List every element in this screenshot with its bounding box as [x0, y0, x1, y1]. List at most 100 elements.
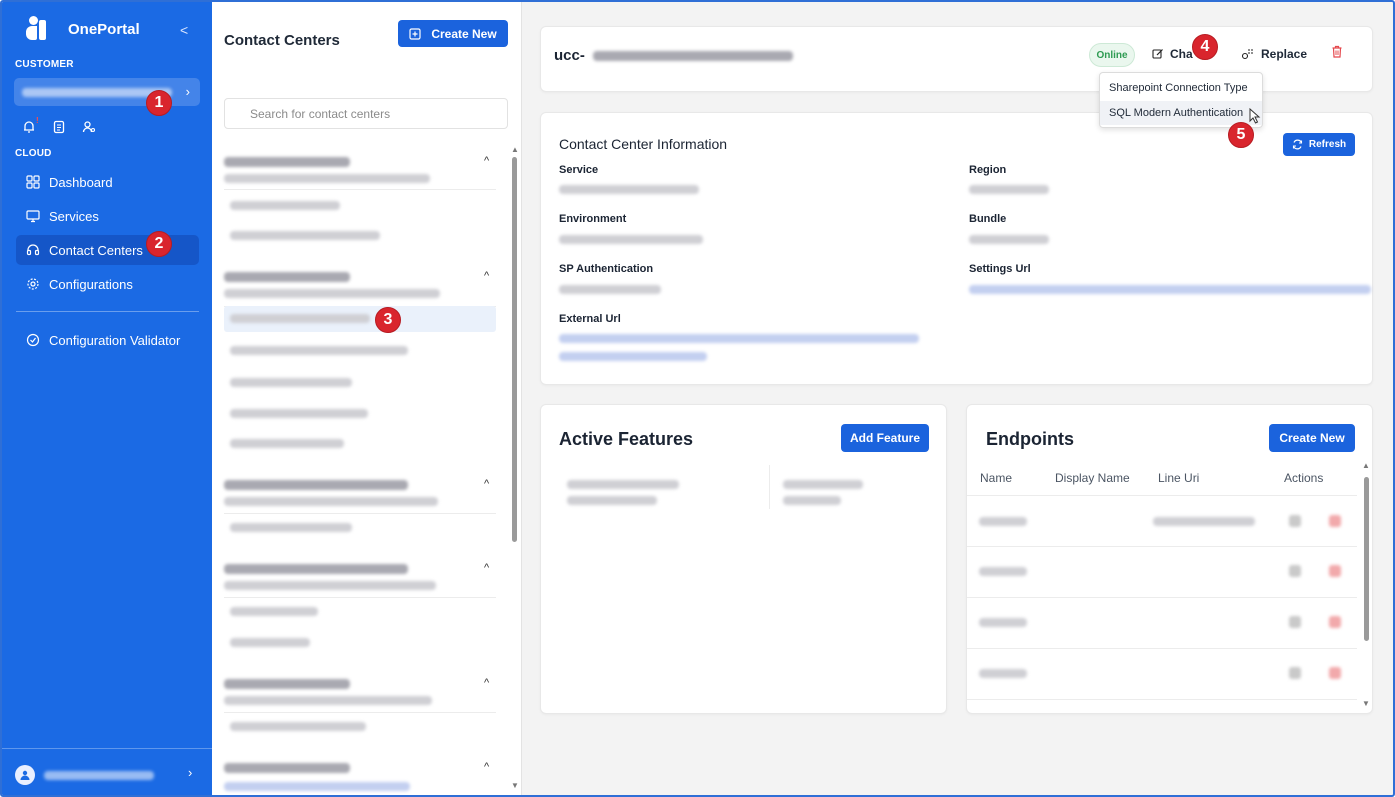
endpoints-card: Endpoints Create New Name Display Name L…: [966, 404, 1373, 714]
nav-label: Dashboard: [49, 174, 113, 190]
chevron-up-icon[interactable]: ^: [484, 677, 489, 689]
plus-square-icon: [409, 27, 421, 40]
bell-icon[interactable]: [22, 120, 36, 134]
group-title-redacted: [224, 564, 408, 574]
list-item[interactable]: [224, 222, 496, 248]
check-circle-icon: [26, 333, 40, 347]
list-group-header[interactable]: ^: [212, 147, 512, 191]
grid-icon: [26, 175, 40, 189]
chevron-right-icon: ›: [185, 84, 190, 99]
search-input[interactable]: Search for contact centers: [224, 98, 508, 129]
edit-icon[interactable]: [1289, 667, 1301, 679]
customer-selector[interactable]: ›: [14, 78, 200, 106]
list-item[interactable]: [224, 369, 496, 395]
table-row[interactable]: [967, 598, 1357, 648]
avatar: [15, 765, 35, 785]
list-group-header[interactable]: ^: [212, 264, 512, 308]
feature-detail-redacted: [783, 496, 841, 505]
brand[interactable]: OnePortal: [26, 16, 140, 42]
collapse-sidebar-button[interactable]: <: [180, 22, 188, 38]
list-group-header[interactable]: ^: [212, 471, 512, 515]
sp-authentication-label: SP Authentication: [559, 263, 654, 275]
status-badge: Online: [1089, 43, 1135, 67]
refresh-button[interactable]: Refresh: [1283, 133, 1355, 156]
sidebar-divider: [16, 311, 199, 312]
user-name-redacted: [44, 771, 154, 780]
edit-icon[interactable]: [1289, 565, 1301, 577]
external-url-link-redacted[interactable]: [559, 334, 919, 343]
gear-icon: [26, 277, 40, 291]
user-menu[interactable]: ›: [2, 748, 212, 795]
group-title-redacted: [224, 272, 350, 282]
document-icon[interactable]: [52, 120, 66, 134]
table-row[interactable]: [967, 547, 1357, 597]
user-settings-icon[interactable]: [82, 120, 96, 134]
scroll-down-arrow[interactable]: ▼: [511, 781, 519, 790]
list-item[interactable]: [224, 192, 496, 218]
add-feature-button[interactable]: Add Feature: [841, 424, 929, 452]
group-title-redacted: [224, 480, 408, 490]
list-item[interactable]: [224, 598, 496, 624]
chevron-up-icon[interactable]: ^: [484, 270, 489, 282]
list-item[interactable]: [224, 713, 496, 739]
nav-label: Contact Centers: [49, 242, 143, 258]
scroll-up-arrow[interactable]: ▲: [511, 145, 519, 154]
headset-icon: [26, 243, 40, 257]
create-new-button[interactable]: Create New: [398, 20, 508, 47]
scroll-up-arrow[interactable]: ▲: [1362, 461, 1370, 470]
scroll-down-arrow[interactable]: ▼: [1362, 699, 1370, 708]
delete-icon[interactable]: [1329, 515, 1341, 527]
delete-icon[interactable]: [1329, 565, 1341, 577]
chevron-up-icon[interactable]: ^: [484, 761, 489, 773]
feature-divider: [769, 465, 770, 509]
table-row[interactable]: [967, 649, 1357, 699]
delete-icon[interactable]: [1329, 616, 1341, 628]
list-item[interactable]: [224, 337, 496, 363]
endpoints-scrollbar[interactable]: [1364, 477, 1369, 641]
chevron-up-icon[interactable]: ^: [484, 478, 489, 490]
list-item[interactable]: [224, 514, 496, 540]
list-item-selected[interactable]: [224, 306, 496, 332]
bundle-label: Bundle: [969, 213, 1007, 225]
list-item[interactable]: [224, 430, 496, 456]
column-header-line-uri[interactable]: Line Uri: [1158, 471, 1199, 485]
table-row[interactable]: [967, 496, 1357, 546]
endpoints-title: Endpoints: [986, 429, 1074, 449]
environment-label: Environment: [559, 213, 627, 225]
group-subtitle-redacted: [224, 696, 432, 705]
list-scrollbar[interactable]: [512, 157, 517, 542]
list-item[interactable]: [224, 629, 496, 655]
customer-section-label: CUSTOMER: [15, 59, 74, 70]
nav-contact-centers[interactable]: Contact Centers: [16, 235, 199, 265]
nav-services[interactable]: Services: [16, 201, 199, 231]
info-title: Contact Center Information: [559, 136, 728, 152]
edit-icon[interactable]: [1289, 515, 1301, 527]
settings-url-link-redacted[interactable]: [969, 285, 1371, 294]
list-group-header[interactable]: ^: [212, 754, 512, 795]
column-header-name[interactable]: Name: [980, 471, 1012, 485]
delete-icon[interactable]: [1329, 667, 1341, 679]
nav-configurations[interactable]: Configurations: [16, 269, 199, 299]
sidebar: OnePortal < CUSTOMER › ! CLOUD Dashboard…: [2, 2, 212, 795]
chevron-up-icon[interactable]: ^: [484, 562, 489, 574]
edit-icon: [1152, 49, 1163, 59]
column-header-display-name[interactable]: Display Name: [1055, 471, 1130, 485]
list-group-header[interactable]: ^: [212, 555, 512, 599]
service-value-redacted: [559, 185, 699, 194]
delete-icon[interactable]: [1331, 45, 1343, 63]
step-badge-2: 2: [146, 231, 172, 257]
menu-item-sharepoint-connection-type[interactable]: Sharepoint Connection Type: [1100, 76, 1262, 100]
step-badge-5: 5: [1228, 122, 1254, 148]
replace-button[interactable]: Replace: [1241, 47, 1307, 61]
list-group-header[interactable]: ^: [212, 670, 512, 714]
list-item[interactable]: [224, 400, 496, 426]
chevron-up-icon[interactable]: ^: [484, 155, 489, 167]
create-endpoint-button[interactable]: Create New: [1269, 424, 1355, 452]
external-url-link-redacted[interactable]: [559, 352, 707, 361]
nav-configuration-validator[interactable]: Configuration Validator: [16, 325, 199, 355]
feature-name-redacted: [567, 480, 679, 489]
monitor-icon: [26, 209, 40, 223]
change-button[interactable]: Cha: [1152, 47, 1193, 61]
nav-dashboard[interactable]: Dashboard: [16, 167, 199, 197]
edit-icon[interactable]: [1289, 616, 1301, 628]
